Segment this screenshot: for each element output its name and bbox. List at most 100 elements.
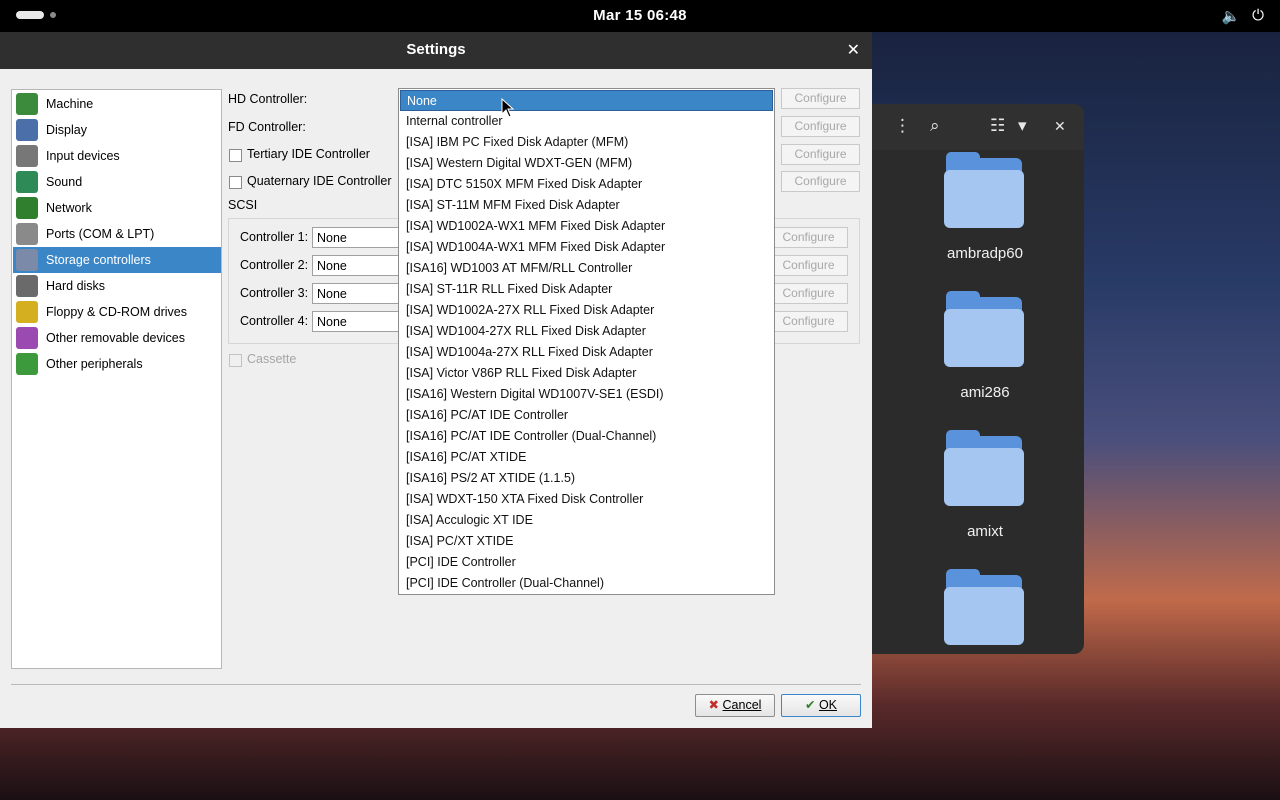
network-icon [16, 197, 38, 219]
hd-configure-button[interactable]: Configure [781, 88, 860, 109]
category-input-devices[interactable]: Input devices [13, 143, 221, 169]
cancel-icon: ✖ [708, 698, 720, 712]
chevron-down-icon[interactable]: ▾ [1018, 116, 1027, 136]
dropdown-option[interactable]: Internal controller [400, 111, 773, 132]
close-icon[interactable]: ✕ [847, 40, 860, 60]
dropdown-option[interactable]: [ISA] ST-11M MFM Fixed Disk Adapter [400, 195, 773, 216]
scsi-3-configure-button[interactable]: Configure [769, 283, 848, 304]
dropdown-option[interactable]: [ISA] WD1002A-27X RLL Fixed Disk Adapter [400, 300, 773, 321]
top-bar: Mar 15 06:48 🔈 ⏻ [0, 0, 1280, 32]
dropdown-option[interactable]: [ISA] Victor V86P RLL Fixed Disk Adapter [400, 363, 773, 384]
dropdown-option[interactable]: [ISA] WD1004-27X RLL Fixed Disk Adapter [400, 321, 773, 342]
category-label: Network [46, 201, 92, 215]
folder-label[interactable]: ambradp60 [900, 245, 1070, 262]
checkmark-icon: ✔ [804, 698, 816, 712]
file-manager-window: ⋮ ⌕ ☷ ▾ ✕ ambradp60 ami286 amixt [860, 104, 1084, 654]
category-floppy-cdrom[interactable]: Floppy & CD-ROM drives [13, 299, 221, 325]
scsi-1-configure-button[interactable]: Configure [769, 227, 848, 248]
scsi-controller-2-select[interactable]: None [312, 255, 400, 276]
category-ports[interactable]: Ports (COM & LPT) [13, 221, 221, 247]
file-manager-header: ⋮ ⌕ ☷ ▾ ✕ [860, 104, 1084, 150]
dialog-titlebar[interactable]: Settings ✕ [0, 32, 872, 69]
folder-icon[interactable] [944, 152, 1024, 232]
dropdown-option[interactable]: [ISA16] PS/2 AT XTIDE (1.1.5) [400, 468, 773, 489]
ok-label: OK [818, 698, 838, 712]
fd-controller-label: FD Controller: [228, 120, 306, 134]
category-network[interactable]: Network [13, 195, 221, 221]
scsi-group-label: SCSI [228, 198, 258, 212]
folder-icon[interactable] [944, 430, 1024, 510]
category-label: Other removable devices [46, 331, 185, 345]
category-storage-controllers[interactable]: Storage controllers [13, 247, 221, 273]
list-view-icon[interactable]: ☷ [990, 116, 1005, 136]
fd-configure-button[interactable]: Configure [781, 116, 860, 137]
scsi-2-configure-button[interactable]: Configure [769, 255, 848, 276]
category-other-removable[interactable]: Other removable devices [13, 325, 221, 351]
dropdown-option[interactable]: [ISA] ST-11R RLL Fixed Disk Adapter [400, 279, 773, 300]
sound-icon [16, 171, 38, 193]
scsi-controller-3-label: Controller 3: [240, 286, 309, 300]
dropdown-option[interactable]: [ISA] WDXT-150 XTA Fixed Disk Controller [400, 489, 773, 510]
scsi-controller-4-label: Controller 4: [240, 314, 309, 328]
dropdown-option[interactable]: [ISA] Western Digital WDXT-GEN (MFM) [400, 153, 773, 174]
dropdown-option[interactable]: [ISA] WD1004A-WX1 MFM Fixed Disk Adapter [400, 237, 773, 258]
system-status-area[interactable]: 🔈 ⏻ [1221, 7, 1264, 25]
quaternary-ide-checkbox[interactable] [229, 176, 242, 189]
hd-controller-dropdown[interactable]: None Internal controller [ISA] IBM PC Fi… [398, 88, 775, 595]
menu-icon[interactable]: ⋮ [894, 116, 911, 136]
category-machine[interactable]: Machine [13, 91, 221, 117]
category-label: Other peripherals [46, 357, 143, 371]
hd-controller-label: HD Controller: [228, 92, 308, 106]
category-label: Display [46, 123, 87, 137]
folder-label[interactable]: ami286 [900, 384, 1070, 401]
peripherals-icon [16, 353, 38, 375]
dropdown-option[interactable]: [ISA] WD1002A-WX1 MFM Fixed Disk Adapter [400, 216, 773, 237]
scsi-controller-1-select[interactable]: None [312, 227, 400, 248]
dropdown-option[interactable]: [ISA16] PC/AT IDE Controller (Dual-Chann… [400, 426, 773, 447]
close-icon[interactable]: ✕ [1054, 118, 1066, 135]
dropdown-option[interactable]: [ISA16] PC/AT XTIDE [400, 447, 773, 468]
ok-button[interactable]: ✔ OK [781, 694, 861, 717]
clock[interactable]: Mar 15 06:48 [0, 7, 1280, 24]
cassette-checkbox[interactable] [229, 354, 242, 367]
folder-icon[interactable] [944, 569, 1024, 649]
hard-disk-icon [16, 275, 38, 297]
dropdown-option[interactable]: [ISA] IBM PC Fixed Disk Adapter (MFM) [400, 132, 773, 153]
scsi-controller-1-label: Controller 1: [240, 230, 309, 244]
tertiary-ide-checkbox[interactable] [229, 149, 242, 162]
quaternary-configure-button[interactable]: Configure [781, 171, 860, 192]
folder-icon[interactable] [944, 291, 1024, 371]
dropdown-option[interactable]: [ISA] WD1004a-27X RLL Fixed Disk Adapter [400, 342, 773, 363]
dropdown-option[interactable]: [ISA16] WD1003 AT MFM/RLL Controller [400, 258, 773, 279]
dropdown-option[interactable]: [ISA] PC/XT XTIDE [400, 531, 773, 552]
scsi-controller-3-select[interactable]: None [312, 283, 400, 304]
tertiary-configure-button[interactable]: Configure [781, 144, 860, 165]
dropdown-option[interactable]: None [400, 90, 773, 111]
dropdown-option[interactable]: [PCI] IDE Controller [400, 552, 773, 573]
category-label: Machine [46, 97, 94, 111]
dropdown-option[interactable]: [ISA16] Western Digital WD1007V-SE1 (ESD… [400, 384, 773, 405]
machine-icon [16, 93, 38, 115]
dialog-title: Settings [406, 41, 466, 58]
category-label: Sound [46, 175, 83, 189]
dropdown-option[interactable]: [ISA] DTC 5150X MFM Fixed Disk Adapter [400, 174, 773, 195]
dropdown-option[interactable]: [ISA16] PC/AT IDE Controller [400, 405, 773, 426]
power-icon: ⏻ [1252, 7, 1264, 24]
category-hard-disks[interactable]: Hard disks [13, 273, 221, 299]
category-display[interactable]: Display [13, 117, 221, 143]
search-icon[interactable]: ⌕ [930, 116, 940, 136]
scsi-controller-2-label: Controller 2: [240, 258, 309, 272]
button-separator [11, 684, 861, 685]
scsi-4-configure-button[interactable]: Configure [769, 311, 848, 332]
folder-label[interactable]: amixt [900, 523, 1070, 540]
category-label: Hard disks [46, 279, 106, 293]
scsi-controller-4-select[interactable]: None [312, 311, 400, 332]
category-other-peripherals[interactable]: Other peripherals [13, 351, 221, 377]
dropdown-option[interactable]: [ISA] Acculogic XT IDE [400, 510, 773, 531]
category-sound[interactable]: Sound [13, 169, 221, 195]
cancel-button[interactable]: ✖ Cancel [695, 694, 775, 717]
volume-icon: 🔈 [1221, 8, 1241, 25]
mouse-pointer-icon [501, 98, 515, 118]
storage-controller-icon [16, 249, 38, 271]
dropdown-option[interactable]: [PCI] IDE Controller (Dual-Channel) [400, 573, 773, 594]
